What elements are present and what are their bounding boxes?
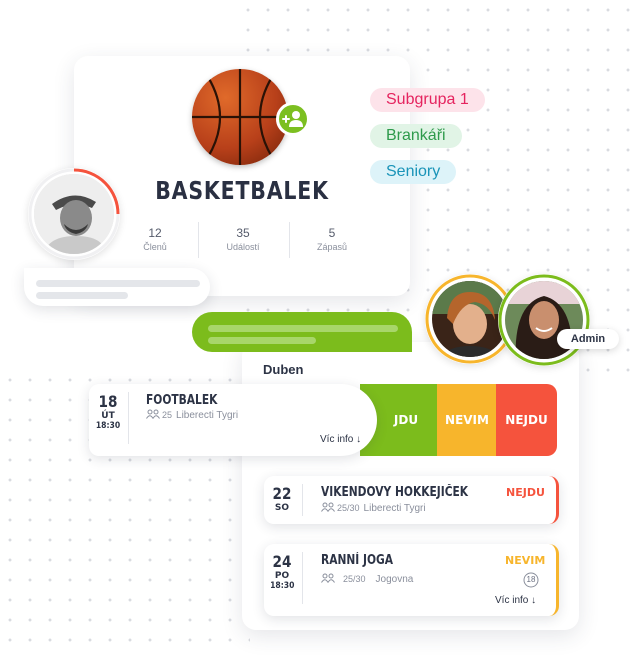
tag-subgroup[interactable]: Subgrupa 1 [370,88,485,112]
event-attendance: 25/30 [343,574,366,585]
event-meta: 25/30 Jogovna [321,573,413,586]
text-placeholder-line [208,337,316,344]
text-placeholder-line [36,292,128,299]
people-icon [321,573,335,586]
rsvp-not-going-button[interactable]: NEJDU [496,384,557,456]
event-attendance: 25 [162,410,173,421]
more-info-link[interactable]: Víc info ↓ [495,595,536,606]
event-date: 18 ÚT 18:30 [92,392,124,431]
stat-matches-value: 5 [328,226,336,240]
event-time: 18:30 [270,581,295,591]
rsvp-unsure-label: NEVIM [445,413,489,427]
event-title: VIKENDOVY HOKKEJIČEK [321,485,469,500]
member-avatar[interactable] [28,168,120,260]
rsvp-unsure-button[interactable]: NEVIM [437,384,497,456]
event-card-hokkejicek[interactable] [264,476,559,524]
more-info-link[interactable]: Víc info ↓ [320,434,361,445]
rsvp-going-label: JDU [393,413,419,427]
stat-events-value: 35 [236,226,250,240]
event-date: 22 SO [268,484,296,513]
event-location: Liberecti Tygri [363,503,426,515]
chat-bubble-placeholder [24,268,210,306]
stat-members-value: 12 [148,226,162,240]
event-meta: 25 Liberecti Tygri [146,409,238,422]
event-weekday: SO [274,503,290,513]
stat-matches: 5 Zápasů [287,226,377,252]
tag-goalkeepers[interactable]: Brankáři [370,124,462,148]
event-day: 24 [272,552,292,571]
event-title: RANNÍ JOGA [321,553,394,568]
event-weekday: PO [274,571,290,581]
event-location: Jogovna [375,574,414,586]
event-time: 18:30 [95,421,121,431]
add-member-button[interactable] [276,102,310,136]
text-placeholder-line [36,280,200,287]
stat-members-label: Členů [143,242,167,252]
age-badge-text: 18 [526,575,536,584]
people-icon [146,409,160,422]
member-avatar[interactable] [498,274,590,366]
event-attendance: 25/30 [337,503,360,514]
stat-matches-label: Zápasů [316,242,348,252]
event-location: Liberecti Tygri [176,410,239,422]
basketball-image [192,69,288,165]
date-divider [302,552,303,604]
date-divider [302,484,303,516]
stat-members: 12 Členů [110,226,200,252]
rsvp-not-going-label: NEJDU [505,413,548,427]
stat-events-label: Událostí [226,242,260,252]
text-placeholder-line [208,325,398,332]
date-divider [128,392,129,444]
group-name: BASKETBALEK [155,176,329,205]
event-status: NEVIM [505,554,546,567]
tag-seniors[interactable]: Seniory [370,160,457,184]
chat-bubble-sent [192,312,412,352]
age-18-icon: 18 [523,572,539,588]
event-day: 22 [272,484,292,503]
event-date: 24 PO 18:30 [268,552,296,591]
admin-badge: Admin [557,329,619,349]
event-status: NEJDU [506,486,545,499]
people-icon [321,502,335,515]
member-photo [34,174,114,254]
event-title: FOOTBALEK [146,393,218,408]
add-member-icon [279,105,307,133]
stat-events: 35 Událostí [198,226,288,252]
event-day: 18 [98,392,118,411]
month-heading: Duben [263,362,304,377]
event-meta: 25/30 Liberecti Tygri [321,502,426,515]
event-weekday: ÚT [101,411,115,421]
